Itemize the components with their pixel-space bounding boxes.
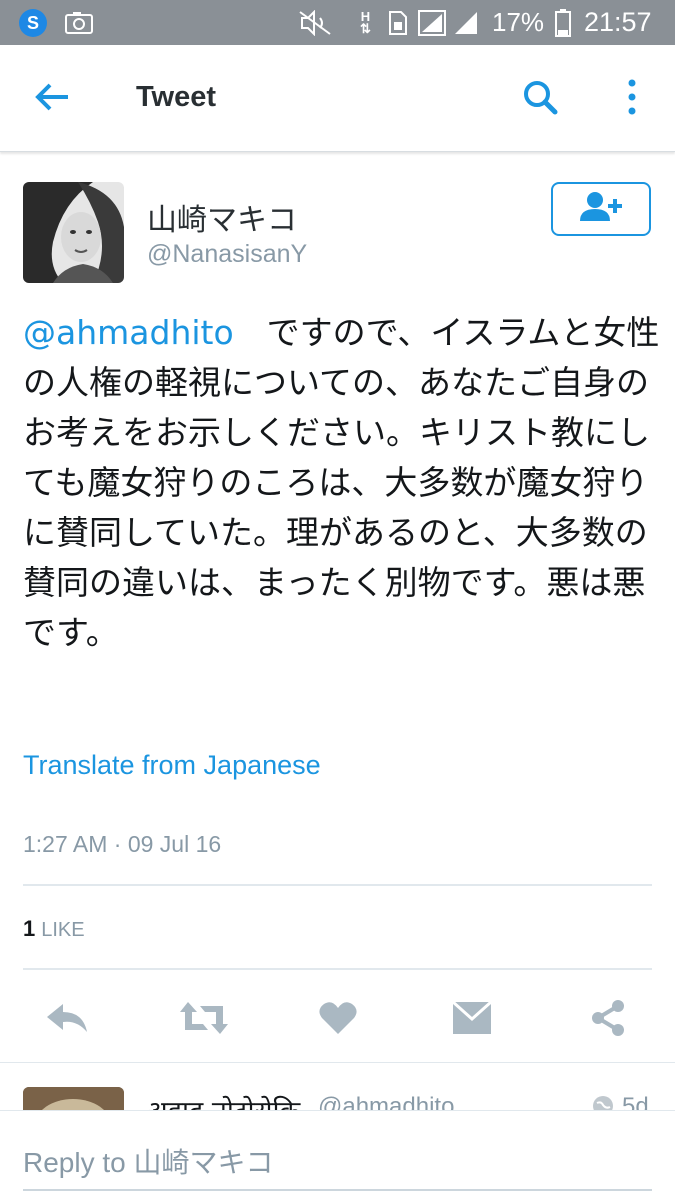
data-icon: H ⇅ — [360, 8, 371, 36]
author-handle[interactable]: @NanasisanY — [147, 240, 307, 269]
battery-percent: 17% — [492, 7, 545, 37]
search-icon[interactable] — [518, 75, 562, 119]
svg-text:S: S — [27, 13, 39, 33]
signal-icon-2 — [453, 0, 479, 45]
like-icon[interactable] — [316, 996, 360, 1040]
tweet-text: @ahmadhito ですので、イスラムと女性の人権の軽視についての、あなたご自… — [23, 308, 663, 658]
signal-icon — [418, 0, 446, 45]
dm-icon[interactable] — [450, 996, 494, 1040]
sim-icon — [388, 0, 408, 45]
battery-icon — [555, 0, 571, 45]
reply-icon[interactable] — [45, 996, 89, 1040]
mention-link[interactable]: @ahmadhito — [23, 313, 234, 352]
back-arrow-icon[interactable] — [30, 75, 74, 119]
author-name[interactable]: 山崎マキコ — [147, 195, 297, 239]
author-avatar[interactable] — [23, 182, 124, 283]
add-user-icon — [577, 191, 625, 227]
follow-button[interactable] — [551, 182, 651, 236]
reply-composer[interactable]: Reply to 山崎マキコ — [0, 1110, 675, 1201]
gallery-icon — [65, 0, 93, 45]
tweet-timestamp: 1:27 AM · 09 Jul 16 — [23, 831, 222, 857]
like-count-number: 1 — [23, 916, 36, 941]
share-icon[interactable] — [586, 996, 630, 1040]
divider — [23, 968, 652, 970]
reply-preview[interactable]: अहाद नोटोरोकि @ahmadhito 5d — [0, 1062, 675, 1113]
page-title: Tweet — [136, 81, 217, 113]
s-app-icon: S — [18, 0, 48, 45]
translate-link[interactable]: Translate from Japanese — [23, 750, 321, 781]
overflow-menu-icon[interactable] — [620, 77, 644, 117]
reply-input-underline — [23, 1189, 652, 1191]
retweet-icon[interactable] — [178, 996, 230, 1040]
reply-input-placeholder[interactable]: Reply to 山崎マキコ — [23, 1141, 274, 1181]
app-toolbar: Tweet — [0, 45, 675, 152]
mute-icon — [298, 0, 332, 45]
clock: 21:57 — [584, 7, 652, 37]
like-count-label: LIKE — [41, 919, 85, 941]
divider — [23, 884, 652, 886]
like-count[interactable]: 1 LIKE — [23, 916, 85, 942]
tweet-body: ですので、イスラムと女性の人権の軽視についての、あなたご自身のお考えをお示しくだ… — [23, 313, 660, 652]
status-bar: S H ⇅ 17% 21:57 — [0, 0, 675, 45]
